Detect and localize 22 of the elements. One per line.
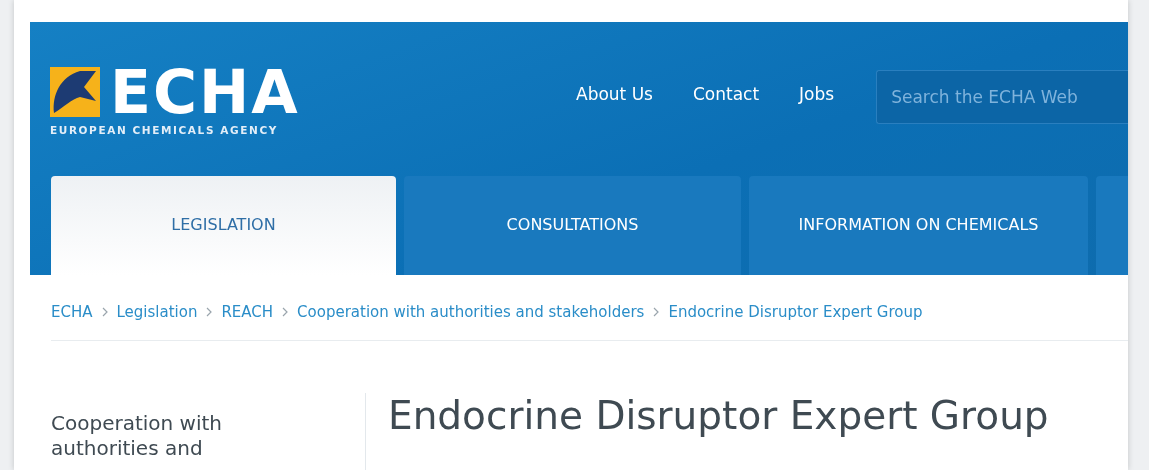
sidebar-heading: Cooperation with authorities and — [51, 411, 223, 461]
breadcrumb-link[interactable]: Legislation — [116, 303, 198, 321]
nav-link[interactable]: Contact — [692, 84, 760, 104]
breadcrumb-link[interactable]: Endocrine Disruptor Expert Group — [668, 303, 923, 321]
breadcrumb-link[interactable]: REACH — [221, 303, 274, 321]
chevron-icon — [282, 307, 289, 317]
page-title: Endocrine Disruptor Expert Group — [388, 393, 1049, 440]
search-field[interactable]: Search the ECHA Web — [876, 70, 1128, 124]
chevron-icon — [101, 307, 108, 317]
nav-link[interactable]: Jobs — [799, 84, 835, 104]
logo-subtitle: EUROPEAN CHEMICALS AGENCY — [50, 124, 278, 136]
nav-link[interactable]: About Us — [576, 84, 653, 104]
logo-icon — [50, 67, 100, 117]
nav-tab[interactable]: INFORMATION ON CHEMICALS — [749, 176, 1088, 275]
chevron-icon — [206, 307, 213, 317]
nav-tab[interactable]: LEGISLATION — [51, 176, 396, 275]
breadcrumb-link[interactable]: Cooperation with authorities and stakeholders — [297, 303, 645, 321]
nav-tab[interactable] — [1096, 176, 1128, 275]
logo-text: ECHA — [110, 62, 300, 122]
chevron-icon — [653, 307, 660, 317]
breadcrumb-link[interactable]: ECHA — [51, 303, 93, 321]
nav-tab[interactable]: CONSULTATIONS — [404, 176, 741, 275]
